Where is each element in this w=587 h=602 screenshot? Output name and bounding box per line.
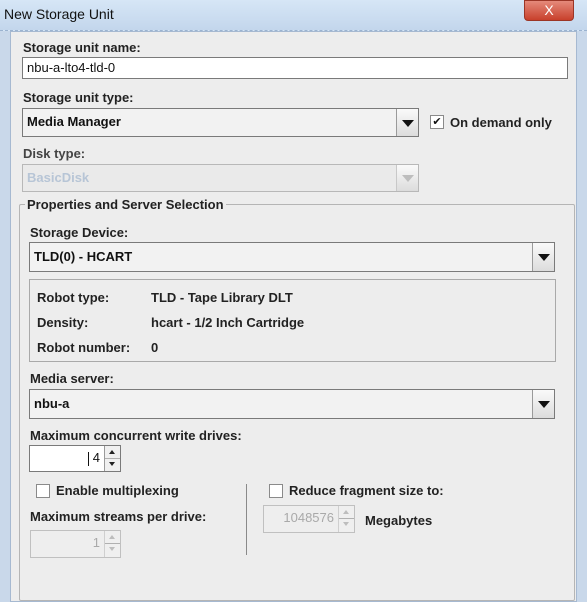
media-server-dropdown-button[interactable] — [532, 390, 554, 418]
on-demand-label: On demand only — [450, 115, 552, 130]
spinner-buttons — [338, 506, 354, 532]
disk-type-select[interactable]: BasicDisk — [22, 164, 419, 192]
check-icon: ✔ — [432, 116, 442, 128]
media-server-label: Media server: — [30, 371, 114, 386]
fragment-size-spinner[interactable]: 1048576 — [263, 505, 355, 533]
storage-device-value: TLD(0) - HCART — [34, 249, 133, 264]
storage-device-select[interactable]: TLD(0) - HCART — [29, 242, 555, 272]
unit-type-label: Storage unit type: — [23, 90, 134, 105]
chevron-down-icon — [402, 175, 414, 182]
text-caret — [88, 452, 89, 466]
max-streams-spinner[interactable]: 1 — [30, 530, 121, 558]
increment-button[interactable] — [105, 446, 120, 459]
unit-type-select[interactable]: Media Manager — [22, 108, 419, 137]
max-write-drives-label: Maximum concurrent write drives: — [30, 428, 242, 443]
density-key: Density: — [37, 315, 89, 330]
increment-button[interactable] — [339, 506, 354, 519]
disk-type-dropdown-button[interactable] — [396, 165, 418, 191]
unit-name-value: nbu-a-lto4-tld-0 — [27, 60, 116, 75]
properties-group-title: Properties and Server Selection — [25, 197, 226, 212]
storage-device-dropdown-button[interactable] — [532, 243, 554, 271]
window-title: New Storage Unit — [4, 6, 114, 22]
fragment-size-label: Reduce fragment size to: — [289, 483, 444, 498]
decrement-button[interactable] — [339, 519, 354, 532]
max-write-drives-value: 4 — [92, 450, 100, 465]
increment-button[interactable] — [105, 531, 120, 544]
multiplexing-checkbox[interactable] — [36, 484, 50, 498]
storage-device-label: Storage Device: — [30, 225, 129, 240]
max-write-drives-spinner[interactable]: 4 — [29, 445, 121, 472]
density-value: hcart - 1/2 Inch Cartridge — [151, 315, 305, 330]
decrement-button[interactable] — [105, 544, 120, 557]
disk-type-label: Disk type: — [23, 146, 86, 161]
fragment-size-checkbox[interactable] — [269, 484, 283, 498]
robot-type-value: TLD - Tape Library DLT — [151, 290, 293, 305]
multiplexing-label: Enable multiplexing — [56, 483, 179, 498]
media-server-value: nbu-a — [34, 396, 70, 411]
unit-name-input[interactable]: nbu-a-lto4-tld-0 — [22, 57, 568, 79]
robot-type-key: Robot type: — [37, 290, 110, 305]
media-server-select[interactable]: nbu-a — [29, 389, 555, 419]
unit-name-label: Storage unit name: — [23, 40, 141, 55]
vertical-separator — [246, 484, 247, 555]
robot-number-value: 0 — [151, 340, 159, 355]
chevron-down-icon — [402, 119, 414, 127]
chevron-down-icon — [538, 401, 550, 408]
dialog-body: Storage unit name: nbu-a-lto4-tld-0 Stor… — [10, 31, 577, 602]
fragment-unit-label: Megabytes — [365, 513, 433, 528]
close-icon: X — [544, 2, 554, 18]
max-streams-value: 1 — [92, 535, 100, 550]
robot-info-box: Robot type: TLD - Tape Library DLT Densi… — [29, 279, 556, 362]
spinner-buttons — [104, 531, 120, 557]
unit-type-value: Media Manager — [27, 114, 121, 129]
decrement-button[interactable] — [105, 459, 120, 472]
close-button[interactable]: X — [524, 0, 574, 21]
fragment-size-value: 1048576 — [283, 510, 334, 525]
unit-type-dropdown-button[interactable] — [396, 109, 418, 136]
on-demand-checkbox[interactable]: ✔ — [430, 115, 444, 129]
title-bar: New Storage Unit X — [0, 0, 587, 31]
disk-type-value: BasicDisk — [27, 170, 90, 185]
max-streams-label: Maximum streams per drive: — [30, 509, 207, 524]
chevron-down-icon — [538, 254, 550, 261]
robot-number-key: Robot number: — [37, 340, 131, 355]
spinner-buttons — [104, 446, 120, 471]
